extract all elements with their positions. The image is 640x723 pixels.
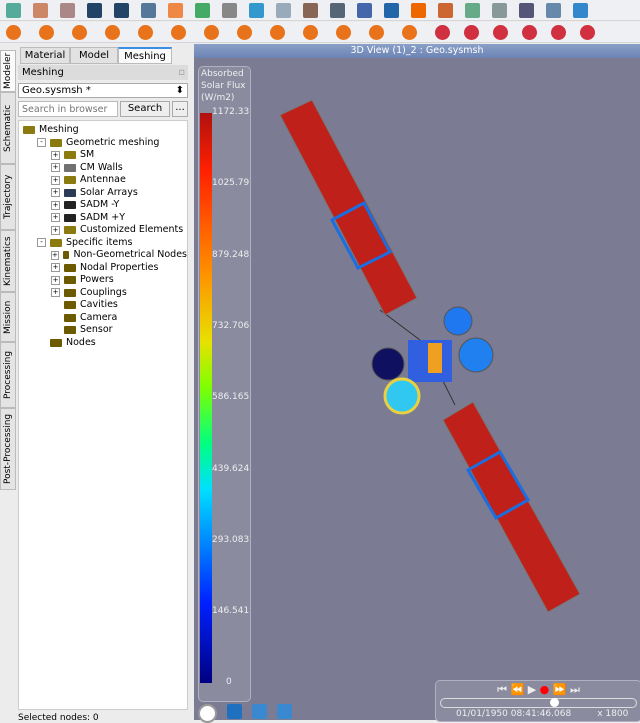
first-frame-button[interactable]: ⏮	[497, 683, 507, 696]
forward-button[interactable]: ⏩	[553, 683, 567, 696]
solar-array-plus-y	[442, 401, 581, 613]
rewind-button[interactable]: ⏪	[511, 683, 525, 696]
lock-view-icon[interactable]	[277, 704, 292, 719]
antenna	[371, 347, 405, 381]
slider-handle[interactable]	[550, 698, 560, 707]
record-button[interactable]: ●	[540, 683, 550, 696]
antenna	[458, 337, 494, 373]
playback-panel: ⏮ ⏪ ▶ ● ⏩ ⏭ 01/01/1950 08:41:46.068 x 180…	[435, 680, 640, 722]
play-button[interactable]: ▶	[528, 683, 536, 696]
view-toolbar	[198, 704, 292, 723]
antenna	[443, 306, 473, 336]
time-slider[interactable]	[440, 698, 637, 708]
last-frame-button[interactable]: ⏭	[570, 683, 580, 696]
settings-icon[interactable]	[227, 704, 242, 719]
satellite-model	[279, 99, 581, 613]
datetime: 01/01/1950 08:41:46.068	[456, 709, 572, 719]
body-face	[428, 343, 442, 373]
fit-view-icon[interactable]	[252, 704, 267, 719]
speed-factor[interactable]: x 1800	[597, 709, 628, 719]
solar-array-minus-y	[279, 99, 418, 316]
compass-icon[interactable]	[198, 704, 217, 723]
antenna	[383, 377, 421, 415]
